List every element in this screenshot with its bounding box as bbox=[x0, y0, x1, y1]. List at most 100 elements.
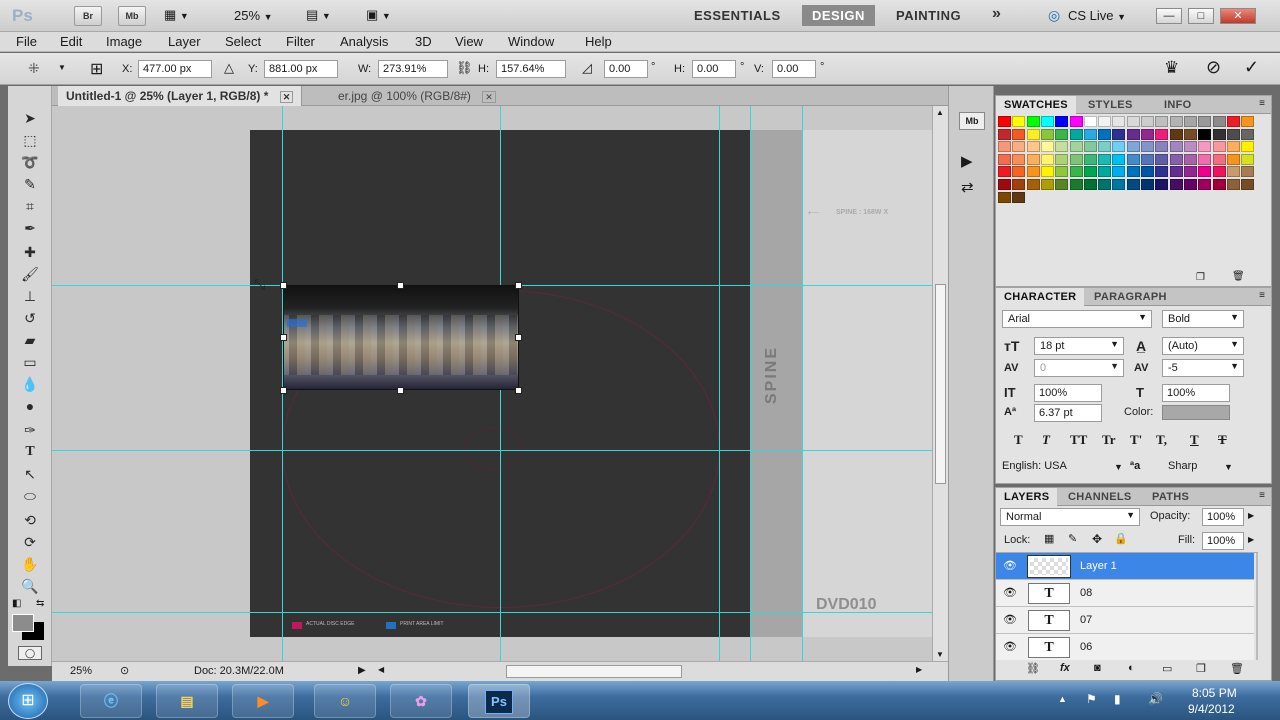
layer-row-07[interactable]: 👁 T 07 bbox=[996, 607, 1254, 634]
chevron-down-icon[interactable]: ▼ bbox=[58, 63, 66, 72]
color-swatch[interactable] bbox=[1155, 166, 1169, 178]
canvas-area[interactable]: ACTUAL DISC EDGE PRINT AREA LIMIT SPINE … bbox=[52, 106, 932, 661]
color-swatch[interactable] bbox=[1083, 179, 1097, 190]
vertical-scale-field[interactable]: 100% bbox=[1034, 384, 1102, 402]
panel-menu-icon[interactable]: ≡ bbox=[1259, 490, 1265, 501]
color-swatch[interactable] bbox=[998, 191, 1011, 203]
brush-tool-icon[interactable]: 🖌 bbox=[18, 264, 42, 284]
network-icon[interactable]: ▮ bbox=[1114, 692, 1121, 706]
scroll-left-icon[interactable]: ◀ bbox=[378, 665, 384, 674]
color-swatch[interactable] bbox=[1183, 153, 1197, 165]
color-swatch[interactable] bbox=[1083, 153, 1097, 165]
color-swatch[interactable] bbox=[1083, 116, 1097, 127]
restore-button[interactable]: □ bbox=[1188, 8, 1214, 24]
animation-panel-icon[interactable]: ▶ bbox=[961, 152, 973, 170]
color-swatch[interactable] bbox=[1026, 153, 1040, 165]
width-scale-field[interactable]: 273.91% bbox=[378, 60, 448, 78]
media-player-taskbar-icon[interactable]: ▶ bbox=[232, 684, 294, 718]
color-swatch[interactable] bbox=[1198, 179, 1212, 190]
tab-info[interactable]: INFO bbox=[1156, 96, 1199, 114]
tab-character[interactable]: CHARACTER bbox=[996, 288, 1085, 306]
color-swatch[interactable] bbox=[1212, 179, 1226, 190]
screen-mode-dropdown[interactable]: ▣ ▼ bbox=[366, 7, 410, 23]
show-hidden-icons[interactable]: ▲ bbox=[1058, 694, 1067, 704]
color-swatch[interactable] bbox=[1198, 128, 1212, 140]
leading-select[interactable]: (Auto) ▼ bbox=[1162, 337, 1244, 355]
color-swatch[interactable] bbox=[1226, 166, 1240, 178]
y-position-field[interactable]: 881.00 px bbox=[264, 60, 338, 78]
color-swatch[interactable] bbox=[1055, 166, 1069, 178]
tab-paths[interactable]: PATHS bbox=[1144, 488, 1197, 506]
color-swatch[interactable] bbox=[1055, 116, 1069, 127]
color-swatch[interactable] bbox=[1040, 116, 1054, 127]
color-swatch[interactable] bbox=[1212, 128, 1226, 140]
color-swatch[interactable] bbox=[998, 141, 1011, 153]
delta-icon[interactable]: △ bbox=[224, 60, 234, 76]
color-swatch[interactable] bbox=[1012, 166, 1026, 178]
x-position-field[interactable]: 477.00 px bbox=[138, 60, 212, 78]
all-caps-button[interactable]: TT bbox=[1070, 432, 1087, 448]
color-swatch[interactable] bbox=[1141, 116, 1154, 127]
anti-alias-select[interactable]: Sharp ▼ bbox=[1168, 460, 1244, 478]
color-swatch[interactable] bbox=[1069, 116, 1083, 127]
rotation-field[interactable]: 0.00 bbox=[604, 60, 648, 78]
layer-style-fx-icon[interactable]: fx bbox=[1060, 662, 1070, 674]
menu-file[interactable]: File bbox=[16, 34, 37, 49]
baseline-shift-field[interactable]: 6.37 pt bbox=[1034, 404, 1102, 422]
link-layers-icon[interactable]: ⛓ bbox=[1026, 662, 1040, 675]
clock-time[interactable]: 8:05 PM bbox=[1192, 686, 1237, 700]
font-style-select[interactable]: Bold ▼ bbox=[1162, 310, 1244, 328]
lasso-tool-icon[interactable]: ➰ bbox=[18, 152, 42, 172]
color-swatch[interactable] bbox=[1155, 116, 1169, 127]
color-swatch[interactable] bbox=[1055, 141, 1069, 153]
dodge-tool-icon[interactable]: ● bbox=[18, 396, 42, 416]
color-swatch[interactable] bbox=[1055, 179, 1069, 190]
eraser-tool-icon[interactable]: ▰ bbox=[18, 330, 42, 350]
small-caps-button[interactable]: Tr bbox=[1102, 432, 1115, 448]
color-swatch[interactable] bbox=[1098, 128, 1112, 140]
internet-explorer-taskbar-icon[interactable]: ⓔ bbox=[80, 684, 142, 718]
tab-untitled-1[interactable]: Untitled-1 @ 25% (Layer 1, RGB/8) * ✕ bbox=[58, 86, 303, 106]
color-swatch[interactable] bbox=[1126, 166, 1140, 178]
faux-italic-button[interactable]: T bbox=[1042, 432, 1050, 448]
color-swatch[interactable] bbox=[1198, 166, 1212, 178]
menu-image[interactable]: Image bbox=[106, 34, 142, 49]
color-swatch[interactable] bbox=[1169, 166, 1183, 178]
path-selection-tool-icon[interactable]: ↖ bbox=[18, 464, 42, 484]
color-swatch[interactable] bbox=[1040, 179, 1054, 190]
kerning-select[interactable]: 0 ▼ bbox=[1034, 359, 1124, 377]
horizontal-scroll-thumb[interactable] bbox=[506, 665, 682, 678]
color-swatch[interactable] bbox=[998, 128, 1011, 140]
status-menu-arrow-icon[interactable]: ▶ bbox=[358, 665, 366, 676]
color-swatch[interactable] bbox=[1083, 128, 1097, 140]
delete-swatch-icon[interactable]: 🗑 bbox=[1232, 271, 1245, 282]
3d-orbit-tool-icon[interactable]: ⟳ bbox=[18, 532, 42, 552]
view-extras-dropdown[interactable]: ▦ ▼ bbox=[164, 7, 208, 25]
color-swatch[interactable] bbox=[1026, 141, 1040, 153]
color-swatch[interactable] bbox=[1212, 153, 1226, 165]
scroll-down-icon[interactable]: ▼ bbox=[936, 650, 944, 659]
layer-row-06[interactable]: 👁 T 06 bbox=[996, 634, 1254, 660]
color-swatch[interactable] bbox=[1040, 153, 1054, 165]
color-swatch[interactable] bbox=[1069, 153, 1083, 165]
transform-handle-bottom-right[interactable] bbox=[515, 387, 522, 394]
healing-brush-tool-icon[interactable]: ✚ bbox=[18, 242, 42, 262]
horizontal-skew-field[interactable]: 0.00 bbox=[692, 60, 736, 78]
faux-bold-button[interactable]: T bbox=[1014, 432, 1023, 448]
adjustment-layer-icon[interactable]: ◐ bbox=[1128, 662, 1135, 674]
zoom-status-icon[interactable]: ⊙ bbox=[120, 664, 129, 677]
eye-icon[interactable]: 👁 bbox=[1000, 586, 1020, 600]
tab-styles[interactable]: STYLES bbox=[1080, 96, 1141, 114]
foreground-color-swatch[interactable] bbox=[12, 614, 34, 632]
color-swatch[interactable] bbox=[1183, 116, 1197, 127]
link-icon[interactable]: ⛓ bbox=[456, 60, 473, 76]
transform-handle-top-left[interactable] bbox=[280, 282, 287, 289]
eye-icon[interactable]: 👁 bbox=[1000, 559, 1020, 573]
volume-icon[interactable]: 🔊 bbox=[1148, 692, 1163, 706]
vertical-scrollbar[interactable]: ▲ ▼ bbox=[932, 106, 948, 661]
gradient-tool-icon[interactable]: ▭ bbox=[18, 352, 42, 372]
menu-layer[interactable]: Layer bbox=[168, 34, 201, 49]
fill-field[interactable]: 100% bbox=[1202, 532, 1244, 550]
color-swatch[interactable] bbox=[1012, 141, 1026, 153]
lock-transparency-icon[interactable]: ▦ bbox=[1044, 532, 1054, 545]
